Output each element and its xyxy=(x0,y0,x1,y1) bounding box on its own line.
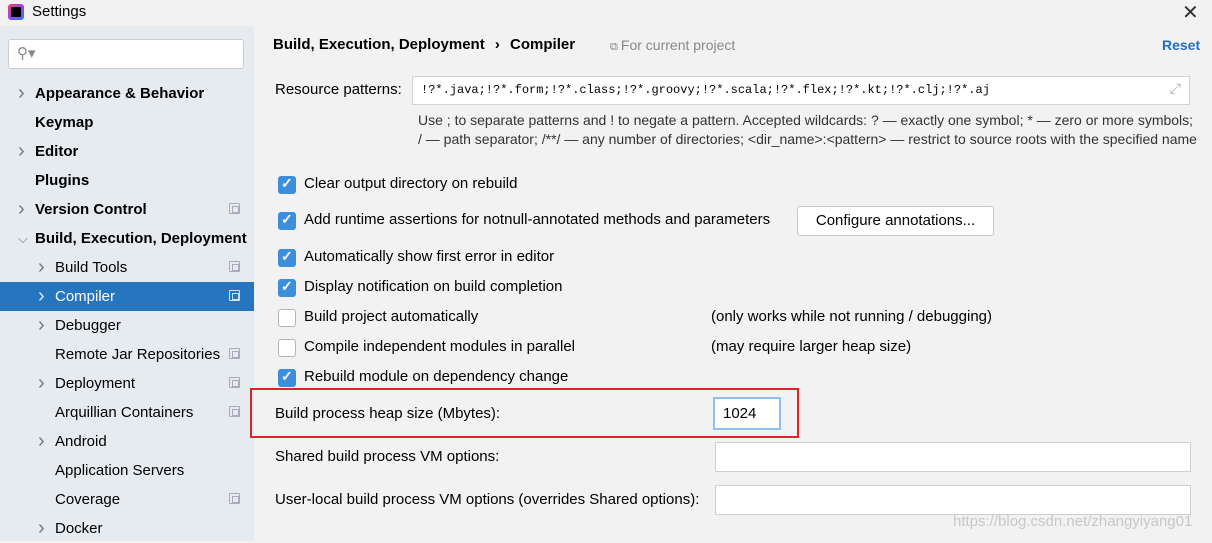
search-icon: ⚲▾ xyxy=(17,45,36,62)
sidebar-item-label: Build, Execution, Deployment xyxy=(35,230,247,247)
chevron-right-icon[interactable]: › xyxy=(38,253,45,282)
chevron-right-icon[interactable]: › xyxy=(38,311,45,340)
chevron-right-icon[interactable]: › xyxy=(18,137,25,166)
chevron-right-icon[interactable]: › xyxy=(38,282,45,311)
sidebar-item-application-servers[interactable]: Application Servers xyxy=(0,456,254,485)
copy-icon xyxy=(229,203,240,214)
option-label[interactable]: Clear output directory on rebuild xyxy=(304,175,517,192)
copy-icon xyxy=(229,290,240,301)
checkbox[interactable] xyxy=(278,339,296,357)
heap-size-input[interactable]: 1024 xyxy=(713,397,781,430)
sidebar-item-label: Editor xyxy=(35,143,79,160)
copy-icon xyxy=(229,493,240,504)
user-vm-input[interactable] xyxy=(715,485,1191,515)
option-label[interactable]: Compile independent modules in parallel xyxy=(304,338,575,355)
option-label[interactable]: Automatically show first error in editor xyxy=(304,248,554,265)
chevron-right-icon[interactable]: › xyxy=(38,427,45,456)
sidebar-item-android[interactable]: › Android xyxy=(0,427,254,456)
sidebar-item-label: Keymap xyxy=(35,114,94,131)
checkbox[interactable] xyxy=(278,368,296,387)
sidebar-item-plugins[interactable]: Plugins xyxy=(0,166,254,195)
chevron-right-icon[interactable]: › xyxy=(38,369,45,398)
sidebar-item-docker[interactable]: › Docker xyxy=(0,514,254,543)
title-bar xyxy=(0,0,1212,26)
resource-patterns-input[interactable]: !?*.java;!?*.form;!?*.class;!?*.groovy;!… xyxy=(412,76,1190,105)
resource-patterns-value: !?*.java;!?*.form;!?*.class;!?*.groovy;!… xyxy=(421,83,990,97)
scope-label: ⧉ For current project xyxy=(610,37,735,54)
sidebar-item-coverage[interactable]: Coverage xyxy=(0,485,254,514)
checkbox[interactable] xyxy=(278,175,296,194)
option-note: (may require larger heap size) xyxy=(711,338,912,355)
sidebar-item-label: Arquillian Containers xyxy=(55,404,194,421)
option-label[interactable]: Rebuild module on dependency change xyxy=(304,368,568,385)
resource-patterns-help: Use ; to separate patterns and ! to nega… xyxy=(418,112,1197,147)
chevron-right-icon[interactable]: › xyxy=(38,514,45,543)
copy-icon xyxy=(229,261,240,272)
sidebar-item-build-tools[interactable]: › Build Tools xyxy=(0,253,254,282)
sidebar-item-deployment[interactable]: › Deployment xyxy=(0,369,254,398)
sidebar-item-label: Debugger xyxy=(55,317,121,334)
user-vm-label: User-local build process VM options (ove… xyxy=(275,491,700,508)
shared-vm-label: Shared build process VM options: xyxy=(275,448,500,465)
resource-patterns-label: Resource patterns: xyxy=(275,81,402,98)
heap-size-label: Build process heap size (Mbytes): xyxy=(275,405,501,422)
sidebar-item-appearance-behavior[interactable]: › Appearance & Behavior xyxy=(0,79,254,108)
sidebar-item-label: Plugins xyxy=(35,172,90,189)
sidebar-item-compiler[interactable]: › Compiler xyxy=(0,282,254,311)
watermark: https://blog.csdn.net/zhangyiyang01 xyxy=(953,513,1193,530)
expand-icon[interactable]: ⤢ xyxy=(1170,77,1181,104)
sidebar-item-label: Build Tools xyxy=(55,259,128,276)
sidebar-item-remote-jar-repositories[interactable]: Remote Jar Repositories xyxy=(0,340,254,369)
sidebar-item-build-execution-deployment[interactable]: ⌵ Build, Execution, Deployment xyxy=(0,224,254,253)
checkbox[interactable] xyxy=(278,211,296,230)
sidebar-item-label: Coverage xyxy=(55,491,121,508)
sidebar-item-version-control[interactable]: › Version Control xyxy=(0,195,254,224)
copy-icon xyxy=(229,348,240,359)
scope-text: For current project xyxy=(620,37,736,53)
sidebar-item-label: Version Control xyxy=(35,201,147,218)
reset-link[interactable]: Reset xyxy=(1162,37,1200,53)
search-input[interactable]: ⚲▾ xyxy=(8,39,244,69)
sidebar-item-label: Deployment xyxy=(55,375,136,392)
option-label[interactable]: Display notification on build completion xyxy=(304,278,562,295)
chevron-down-icon[interactable]: ⌵ xyxy=(18,224,28,253)
chevron-right-icon[interactable]: › xyxy=(18,195,25,224)
configure-annotations-button[interactable]: Configure annotations... xyxy=(797,206,994,236)
breadcrumb-current: Compiler xyxy=(510,36,576,53)
copy-icon: ⧉ xyxy=(610,41,621,53)
chevron-right-icon[interactable]: › xyxy=(18,79,25,108)
sidebar-item-editor[interactable]: › Editor xyxy=(0,137,254,166)
sidebar-item-label: Application Servers xyxy=(55,462,185,479)
sidebar-item-label: Remote Jar Repositories xyxy=(55,346,221,363)
breadcrumb-parent: Build, Execution, Deployment xyxy=(273,36,485,53)
breadcrumb-separator: › xyxy=(494,36,500,53)
checkbox[interactable] xyxy=(278,309,296,327)
close-button[interactable]: ✕ xyxy=(1182,0,1199,25)
sidebar-item-label: Appearance & Behavior xyxy=(35,85,205,102)
app-logo-icon xyxy=(8,4,24,20)
breadcrumb: Build, Execution, Deployment › Compiler xyxy=(273,36,575,53)
copy-icon xyxy=(229,406,240,417)
sidebar-item-label: Docker xyxy=(55,520,103,537)
checkbox[interactable] xyxy=(278,248,296,267)
option-note: (only works while not running / debuggin… xyxy=(711,308,992,325)
sidebar-item-label: Compiler xyxy=(55,288,116,305)
sidebar-item-debugger[interactable]: › Debugger xyxy=(0,311,254,340)
window-title: Settings xyxy=(32,3,87,20)
copy-icon xyxy=(229,377,240,388)
option-label[interactable]: Build project automatically xyxy=(304,308,478,325)
checkbox[interactable] xyxy=(278,278,296,297)
shared-vm-input[interactable] xyxy=(715,442,1191,472)
sidebar-item-label: Android xyxy=(55,433,107,450)
sidebar-item-keymap[interactable]: Keymap xyxy=(0,108,254,137)
sidebar-item-arquillian-containers[interactable]: Arquillian Containers xyxy=(0,398,254,427)
option-label[interactable]: Add runtime assertions for notnull-annot… xyxy=(304,211,770,228)
